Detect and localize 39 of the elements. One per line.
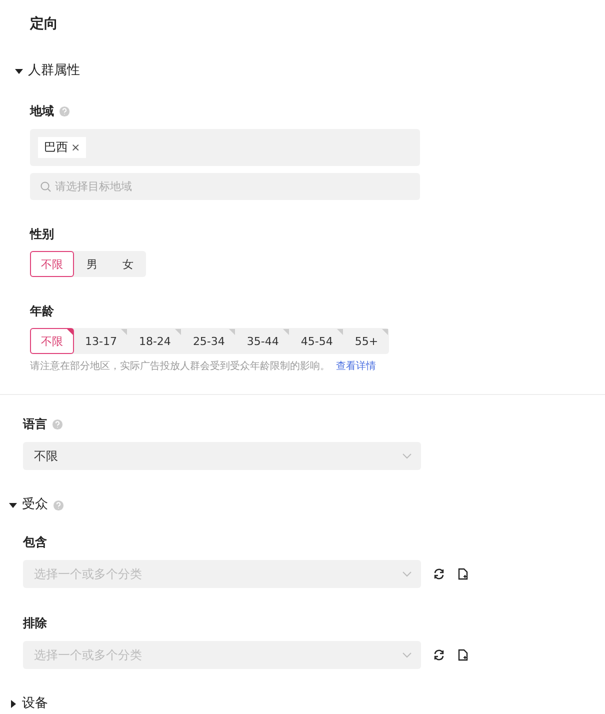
chevron-down-icon	[402, 652, 412, 658]
section-heading[interactable]: 设备	[22, 694, 48, 714]
select-value: 不限	[34, 448, 58, 464]
option-button[interactable]: 35-44	[236, 328, 290, 354]
option-button[interactable]: 不限	[30, 328, 74, 354]
section-heading[interactable]: 人群属性	[28, 61, 80, 81]
page-title: 定向	[28, 14, 59, 34]
document-icon[interactable]	[457, 568, 469, 580]
option-button[interactable]: 55+	[344, 328, 390, 354]
chevron-down-icon	[402, 571, 412, 577]
age-note: 请注意在部分地区，实际广告投放人群会受到受众年龄限制的影响。 查看详情	[30, 360, 377, 374]
region-tag: 巴西 ×	[38, 137, 86, 158]
remove-tag[interactable]: ×	[71, 140, 80, 155]
field-label: 包含	[23, 534, 47, 551]
option-button[interactable]: 18-24	[128, 328, 182, 354]
option-button[interactable]: 13-17	[74, 328, 128, 354]
region-search-field[interactable]: 请选择目标地域	[30, 173, 420, 200]
language-select[interactable]: 不限	[23, 442, 421, 470]
option-button[interactable]: 45-54	[290, 328, 344, 354]
field-label: 年龄	[30, 303, 54, 320]
field-label: 性别	[30, 226, 54, 243]
refresh-icon[interactable]	[433, 568, 445, 580]
chevron-down-icon	[402, 453, 412, 459]
refresh-icon[interactable]	[433, 649, 445, 661]
option-button[interactable]: 男	[74, 251, 110, 277]
field-label: 地域	[30, 103, 54, 120]
field-label: 排除	[23, 615, 47, 632]
caret-icon[interactable]	[15, 67, 23, 75]
caret-icon[interactable]	[9, 700, 17, 708]
search-icon	[40, 181, 51, 192]
details-link[interactable]: 查看详情	[336, 361, 376, 372]
field-label: 语言	[23, 416, 47, 433]
option-button[interactable]: 女	[110, 251, 146, 277]
caret-icon[interactable]	[9, 501, 17, 509]
document-icon[interactable]	[457, 649, 469, 661]
region-field[interactable]: 巴西 ×	[30, 129, 420, 166]
option-button[interactable]: 不限	[30, 251, 74, 277]
option-button[interactable]: 25-34	[182, 328, 236, 354]
section-heading[interactable]: 受众	[22, 495, 48, 515]
